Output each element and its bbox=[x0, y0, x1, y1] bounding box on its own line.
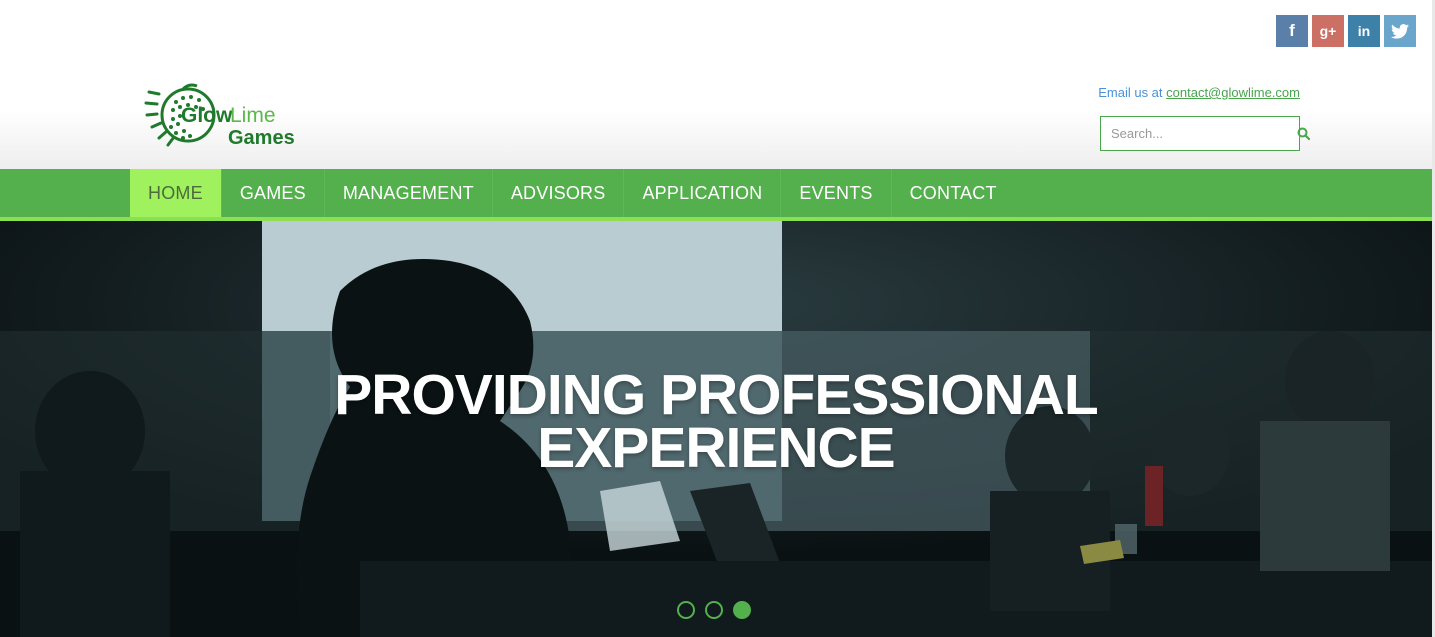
nav-item-events[interactable]: EVENTS bbox=[781, 169, 892, 217]
slider-dot-3[interactable] bbox=[733, 601, 751, 619]
logo-word-games: Games bbox=[228, 127, 295, 149]
nav-item-home[interactable]: HOME bbox=[130, 169, 222, 217]
email-prefix: Email us at bbox=[1098, 85, 1167, 100]
logo-word-lime: Lime bbox=[230, 104, 276, 127]
nav-item-contact[interactable]: CONTACT bbox=[892, 169, 1015, 217]
site-header: f g+ in Glow Lime Games Email us at cont… bbox=[0, 0, 1435, 169]
logo-word-glow: Glow bbox=[181, 104, 233, 127]
hero-title: PROVIDING PROFESSIONAL EXPERIENCE bbox=[0, 367, 1432, 477]
hero-slider: PROVIDING PROFESSIONAL EXPERIENCE bbox=[0, 221, 1432, 637]
search-icon[interactable] bbox=[1297, 117, 1310, 150]
twitter-icon[interactable] bbox=[1384, 15, 1416, 47]
email-link[interactable]: contact@glowlime.com bbox=[1166, 85, 1300, 100]
nav-item-games[interactable]: GAMES bbox=[222, 169, 325, 217]
google-plus-icon[interactable]: g+ bbox=[1312, 15, 1344, 47]
glowlime-logo[interactable]: Glow Lime Games bbox=[143, 82, 308, 158]
contact-email-line: Email us at contact@glowlime.com bbox=[1098, 85, 1300, 100]
slider-dots bbox=[677, 601, 751, 619]
nav-item-advisors[interactable]: ADVISORS bbox=[493, 169, 625, 217]
slider-dot-2[interactable] bbox=[705, 601, 723, 619]
main-nav: HOME GAMES MANAGEMENT ADVISORS APPLICATI… bbox=[0, 169, 1432, 218]
search-box bbox=[1100, 116, 1310, 151]
facebook-icon[interactable]: f bbox=[1276, 15, 1308, 47]
linkedin-icon[interactable]: in bbox=[1348, 15, 1380, 47]
nav-item-application[interactable]: APPLICATION bbox=[624, 169, 782, 217]
search-input[interactable] bbox=[1101, 117, 1297, 150]
hero-title-line2: EXPERIENCE bbox=[537, 416, 895, 480]
slider-dot-1[interactable] bbox=[677, 601, 695, 619]
social-links: f g+ in bbox=[1276, 15, 1416, 47]
nav-item-management[interactable]: MANAGEMENT bbox=[325, 169, 493, 217]
